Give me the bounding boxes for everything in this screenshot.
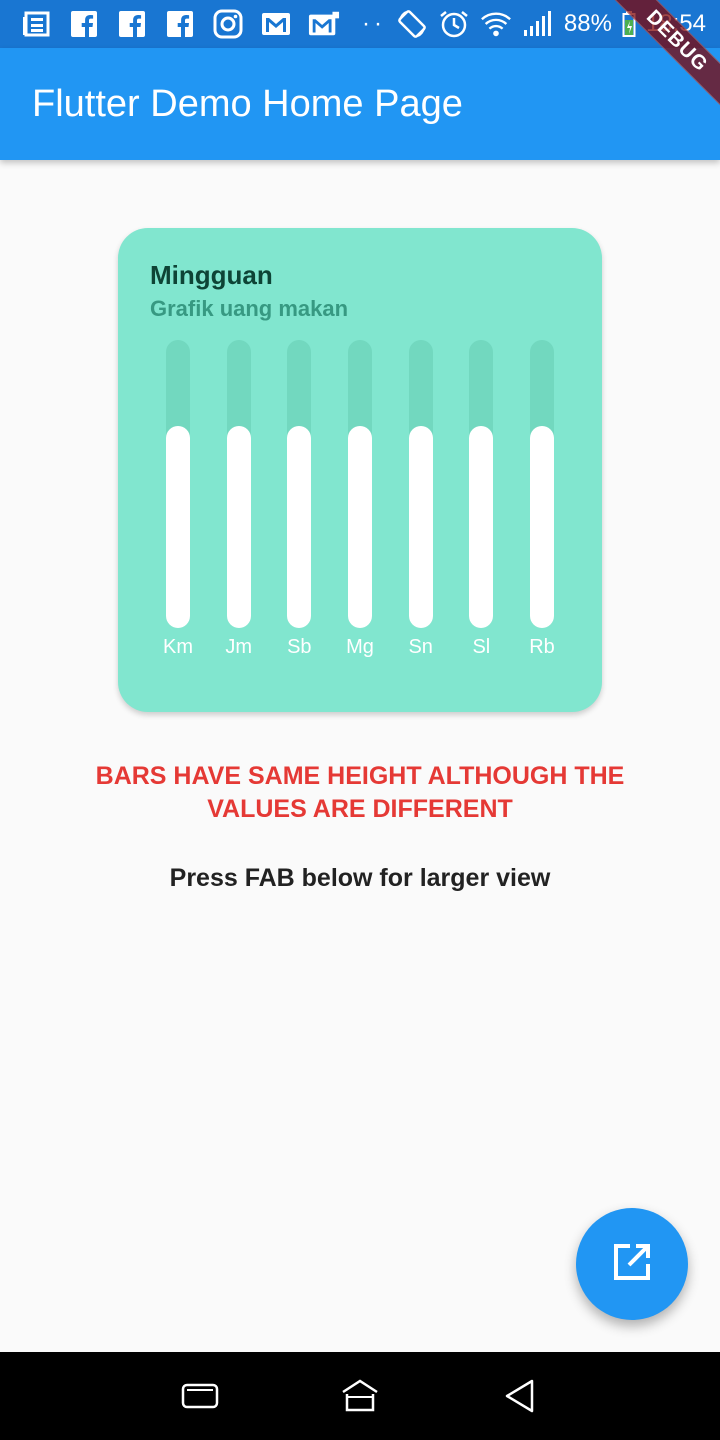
app-bar: Flutter Demo Home Page bbox=[0, 48, 720, 160]
bar-label-km: Km bbox=[163, 636, 193, 658]
bar-track-km bbox=[166, 340, 190, 628]
auto-rotate-icon bbox=[396, 8, 428, 40]
notification-icons: ·· bbox=[0, 8, 386, 40]
back-icon bbox=[502, 1378, 538, 1419]
bar-sl[interactable] bbox=[469, 426, 494, 628]
bar-label-jm: Jm bbox=[225, 636, 252, 658]
open-larger-view-fab[interactable] bbox=[576, 1208, 688, 1320]
facebook-icon bbox=[68, 8, 100, 40]
wifi-icon bbox=[480, 8, 512, 40]
home-icon bbox=[340, 1378, 380, 1419]
facebook-icon bbox=[116, 8, 148, 40]
bar-label-sl: Sl bbox=[472, 636, 491, 658]
bar-track-jm bbox=[226, 340, 251, 628]
bar-label-mg: Mg bbox=[346, 636, 374, 658]
app-bar-title: Flutter Demo Home Page bbox=[32, 82, 463, 125]
instruction-text: Press FAB below for larger view bbox=[169, 864, 551, 892]
bar-label-sb: Sb bbox=[287, 636, 312, 658]
bar-sb[interactable] bbox=[287, 426, 312, 628]
weekly-chart-card: Mingguan Grafik uang makan Km Jm Sb Mg Sn Sl R… bbox=[118, 228, 602, 712]
gmail-icon bbox=[260, 8, 292, 40]
bar-jm[interactable] bbox=[226, 426, 251, 628]
instagram-icon bbox=[212, 8, 244, 40]
bar-label-rb: Rb bbox=[529, 636, 555, 658]
bar-track-mg bbox=[348, 340, 372, 628]
warning-message: BARS HAVE SAME HEIGHT ALTHOUGH THE VALUE… bbox=[95, 762, 625, 823]
bar-track-rb bbox=[530, 340, 555, 628]
recent-apps-icon bbox=[180, 1380, 220, 1417]
facebook-icon bbox=[164, 8, 196, 40]
bar-sn[interactable] bbox=[408, 426, 433, 628]
bar-label-sn: Sn bbox=[408, 636, 433, 658]
signal-icon bbox=[522, 8, 554, 40]
bar-track-sb bbox=[287, 340, 312, 628]
open-in-new-icon bbox=[612, 1242, 652, 1287]
bar-km[interactable] bbox=[166, 426, 190, 628]
home-button[interactable] bbox=[336, 1374, 384, 1422]
alarm-icon bbox=[438, 8, 470, 40]
status-bar: ·· 88% 18:54 bbox=[0, 0, 720, 48]
more-notifications-indicator: ·· bbox=[362, 10, 386, 37]
bar-chart: Km Jm Sb Mg Sn Sl Rb bbox=[118, 228, 602, 712]
gmail-icon bbox=[308, 8, 340, 40]
bar-track-sl bbox=[469, 340, 494, 628]
bar-rb[interactable] bbox=[530, 426, 555, 628]
battery-percentage: 88% bbox=[563, 10, 612, 37]
bar-track-sn bbox=[408, 340, 433, 628]
bar-mg[interactable] bbox=[348, 426, 372, 628]
recent-apps-button[interactable] bbox=[176, 1374, 224, 1422]
back-button[interactable] bbox=[496, 1374, 544, 1422]
news-icon bbox=[20, 8, 52, 40]
system-navigation-bar bbox=[0, 1352, 720, 1440]
